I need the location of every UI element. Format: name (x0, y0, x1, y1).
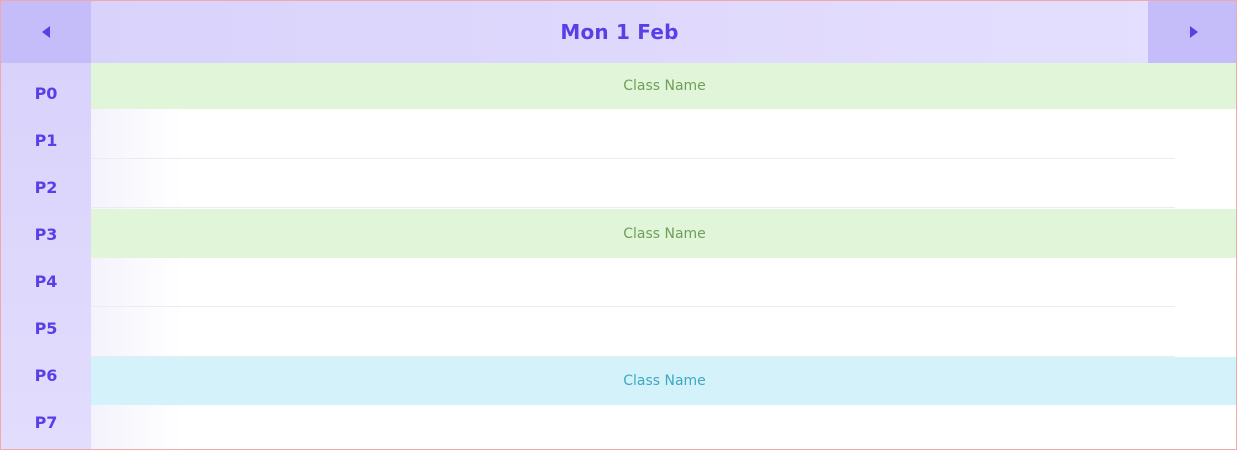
period-label-p7: P7 (34, 412, 58, 432)
period-label-p5: P5 (34, 318, 58, 338)
day-header: Mon 1 Feb (1, 1, 1236, 63)
date-title: Mon 1 Feb (560, 20, 679, 44)
previous-day-button[interactable] (1, 1, 91, 63)
class-block-p6[interactable]: Class Name (91, 357, 1236, 405)
period-label-p4: P4 (34, 271, 58, 291)
row-divider (91, 306, 1175, 307)
next-day-button[interactable] (1148, 1, 1236, 63)
timetable-frame: Mon 1 Feb P0 P1 P2 P3 P4 P5 P6 P7 Class … (0, 0, 1237, 450)
class-block-p0[interactable]: Class Name (91, 63, 1236, 109)
period-column: P0 P1 P2 P3 P4 P5 P6 P7 (1, 63, 91, 449)
row-divider (91, 158, 1175, 159)
row-divider (91, 207, 1175, 208)
period-label-p1: P1 (34, 130, 58, 150)
triangle-right-icon (1189, 26, 1198, 38)
period-label-p0: P0 (34, 83, 58, 103)
period-label-p6: P6 (34, 365, 58, 385)
period-label-p3: P3 (34, 224, 58, 244)
period-label-p2: P2 (34, 177, 58, 197)
triangle-left-icon (41, 26, 50, 38)
schedule-grid: Class Name Class Name Class Name (91, 63, 1236, 449)
class-block-p3[interactable]: Class Name (91, 209, 1236, 258)
